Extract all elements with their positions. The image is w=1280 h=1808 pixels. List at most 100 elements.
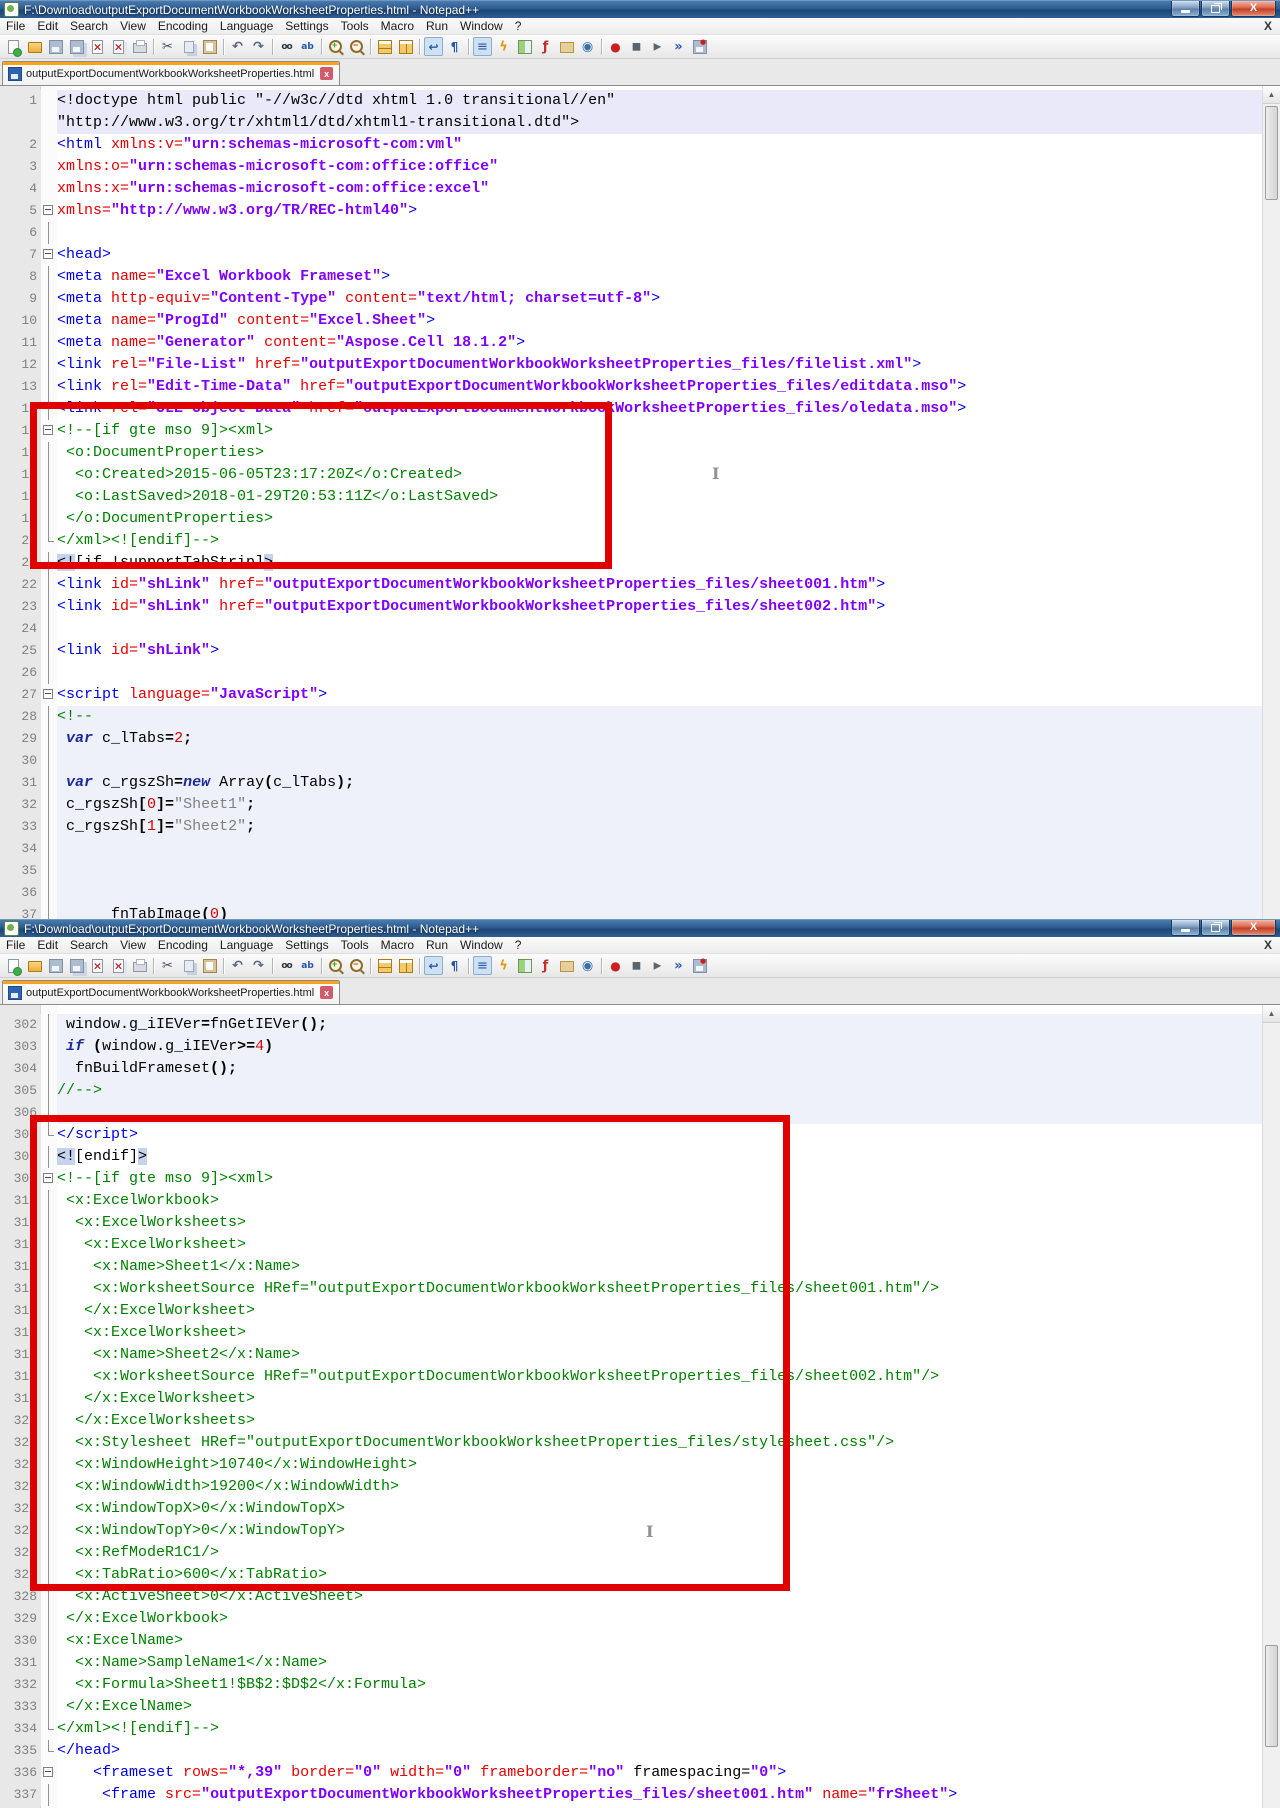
fold-margin-cell[interactable] (41, 684, 57, 706)
menu-item-encoding[interactable]: Encoding (152, 937, 214, 954)
fold-margin-cell[interactable] (41, 1762, 57, 1784)
sync-horizontal-icon[interactable] (396, 37, 415, 56)
menu-item-run[interactable]: Run (420, 937, 454, 954)
find-icon[interactable] (277, 37, 296, 56)
copy-icon[interactable] (179, 956, 198, 975)
fold-margin-cell[interactable] (41, 222, 57, 244)
fold-margin-cell[interactable] (41, 1036, 57, 1058)
fold-margin-cell[interactable] (41, 1696, 57, 1718)
fold-margin-cell[interactable] (41, 112, 57, 134)
macro-save-icon[interactable] (690, 956, 709, 975)
fold-margin-cell[interactable] (41, 244, 57, 266)
close-all-icon[interactable] (109, 37, 128, 56)
fold-margin-cell[interactable] (41, 1630, 57, 1652)
menu-item-language[interactable]: Language (214, 937, 279, 954)
replace-icon[interactable] (298, 956, 317, 975)
zoom-in-icon[interactable] (326, 37, 345, 56)
shortcut-mapper-icon[interactable] (494, 956, 513, 975)
menu-item-macro[interactable]: Macro (375, 937, 420, 954)
save-all-icon[interactable] (67, 956, 86, 975)
menu-item-window[interactable]: Window (454, 18, 509, 35)
doc-map-icon[interactable] (515, 37, 534, 56)
fold-margin-cell[interactable] (41, 178, 57, 200)
menu-item-edit[interactable]: Edit (31, 937, 64, 954)
fold-margin-cell[interactable] (41, 706, 57, 728)
menu-item-macro[interactable]: Macro (375, 18, 420, 35)
macro-stop-icon[interactable] (627, 956, 646, 975)
menu-item-view[interactable]: View (114, 937, 152, 954)
fold-margin-cell[interactable] (41, 266, 57, 288)
doc-monitor-icon[interactable] (578, 37, 597, 56)
fold-margin-cell[interactable] (41, 728, 57, 750)
menu-item-settings[interactable]: Settings (279, 18, 334, 35)
vertical-scrollbar[interactable]: ▲ (1262, 86, 1280, 919)
fold-margin-cell[interactable] (41, 574, 57, 596)
fold-margin-cell[interactable] (41, 288, 57, 310)
menu-item-search[interactable]: Search (64, 18, 114, 35)
indent-guide-icon[interactable] (473, 37, 492, 56)
minimize-button[interactable] (1171, 920, 1200, 936)
macro-record-icon[interactable] (606, 37, 625, 56)
fold-margin-cell[interactable] (41, 618, 57, 640)
fold-margin-cell[interactable] (41, 1652, 57, 1674)
copy-icon[interactable] (179, 37, 198, 56)
word-wrap-icon[interactable] (424, 956, 443, 975)
macro-save-icon[interactable] (690, 37, 709, 56)
fold-collapse-icon[interactable] (43, 249, 53, 259)
new-file-icon[interactable] (4, 37, 23, 56)
scroll-up-icon[interactable]: ▲ (1263, 86, 1280, 104)
menu-item-edit[interactable]: Edit (31, 18, 64, 35)
menu-item-file[interactable]: File (0, 937, 31, 954)
minimize-button[interactable] (1171, 1, 1200, 17)
close-button[interactable]: X (1231, 920, 1276, 936)
folder-workspace-icon[interactable] (557, 956, 576, 975)
close-file-icon[interactable] (88, 956, 107, 975)
title-bar[interactable]: F:\Download\outputExportDocumentWorkbook… (0, 919, 1280, 937)
fold-margin-cell[interactable] (41, 1740, 57, 1762)
save-all-icon[interactable] (67, 37, 86, 56)
menu-close-button[interactable]: X (1264, 19, 1272, 33)
tab-close-icon[interactable]: x (320, 986, 333, 999)
macro-run-icon[interactable] (669, 956, 688, 975)
find-icon[interactable] (277, 956, 296, 975)
sync-vertical-icon[interactable] (375, 956, 394, 975)
folder-workspace-icon[interactable] (557, 37, 576, 56)
menu-item-window[interactable]: Window (454, 937, 509, 954)
fold-margin-cell[interactable] (41, 156, 57, 178)
replace-icon[interactable] (298, 37, 317, 56)
macro-play-icon[interactable] (648, 37, 667, 56)
menu-item-search[interactable]: Search (64, 937, 114, 954)
shortcut-mapper-icon[interactable] (494, 37, 513, 56)
scrollbar-thumb[interactable] (1265, 1645, 1278, 1747)
fold-margin-cell[interactable] (41, 794, 57, 816)
undo-icon[interactable] (228, 37, 247, 56)
paste-icon[interactable] (200, 37, 219, 56)
open-file-icon[interactable] (25, 37, 44, 56)
menu-item-encoding[interactable]: Encoding (152, 18, 214, 35)
fold-margin-cell[interactable] (41, 1674, 57, 1696)
print-icon[interactable] (130, 37, 149, 56)
macro-run-icon[interactable] (669, 37, 688, 56)
restore-button[interactable] (1201, 920, 1230, 936)
fold-margin-cell[interactable] (41, 376, 57, 398)
fold-margin-cell[interactable] (41, 200, 57, 222)
zoom-out-icon[interactable] (347, 956, 366, 975)
fold-margin-cell[interactable] (41, 1784, 57, 1806)
save-file-icon[interactable] (46, 37, 65, 56)
fold-margin-cell[interactable] (41, 882, 57, 904)
menu-item-tools[interactable]: Tools (335, 937, 375, 954)
cut-icon[interactable] (158, 956, 177, 975)
show-all-chars-icon[interactable] (445, 37, 464, 56)
menu-item-run[interactable]: Run (420, 18, 454, 35)
fold-margin-cell[interactable] (41, 1080, 57, 1102)
fold-margin-cell[interactable] (41, 310, 57, 332)
close-all-icon[interactable] (109, 956, 128, 975)
sync-horizontal-icon[interactable] (396, 956, 415, 975)
function-list-icon[interactable] (536, 956, 555, 975)
paste-icon[interactable] (200, 956, 219, 975)
redo-icon[interactable] (249, 956, 268, 975)
fold-margin-cell[interactable] (41, 596, 57, 618)
print-icon[interactable] (130, 956, 149, 975)
show-all-chars-icon[interactable] (445, 956, 464, 975)
vertical-scrollbar[interactable]: ▲ (1262, 1005, 1280, 1808)
